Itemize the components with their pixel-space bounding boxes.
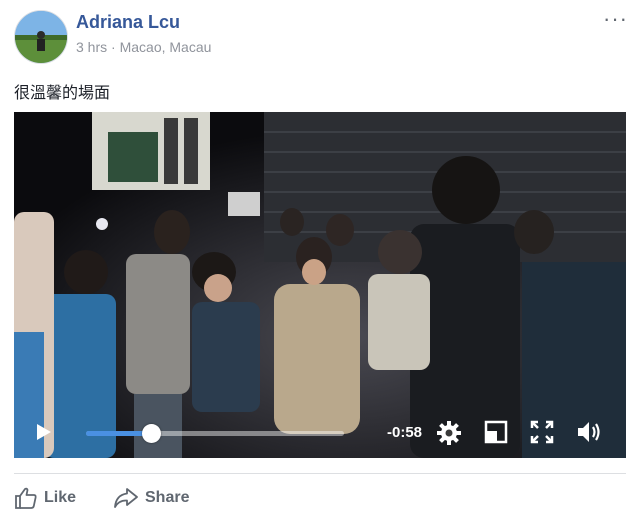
video-scrubber[interactable] <box>86 424 344 443</box>
post-text: 很溫馨的場面 <box>14 85 111 102</box>
scrubber-handle[interactable] <box>141 424 161 443</box>
post-location[interactable]: Macao, Macau <box>120 39 212 55</box>
action-divider <box>14 473 626 474</box>
settings-gear-icon[interactable] <box>436 420 462 446</box>
share-arrow-icon <box>114 488 138 508</box>
author-name[interactable]: Adriana Lcu <box>76 12 180 33</box>
time-remaining: -0:58 <box>387 424 423 441</box>
share-button[interactable]: Share <box>113 486 189 510</box>
like-label: Like <box>44 489 77 506</box>
author-avatar[interactable] <box>14 10 68 64</box>
more-options-icon[interactable]: ··· <box>603 6 628 32</box>
scrubber-progress <box>86 431 151 436</box>
post-meta: 3 hrs · Macao, Macau <box>76 39 211 55</box>
thumbs-up-icon <box>15 487 37 509</box>
fullscreen-icon[interactable] <box>530 420 554 444</box>
minimize-icon[interactable] <box>484 420 508 444</box>
like-button[interactable]: Like <box>14 486 76 510</box>
share-label: Share <box>145 489 190 506</box>
volume-icon[interactable] <box>576 420 604 444</box>
meta-separator: · <box>111 39 116 55</box>
post-timestamp[interactable]: 3 hrs <box>76 39 107 55</box>
video-player[interactable]: -0:58 <box>14 112 626 458</box>
video-controls: -0:58 <box>14 406 626 458</box>
play-icon[interactable] <box>36 423 52 441</box>
